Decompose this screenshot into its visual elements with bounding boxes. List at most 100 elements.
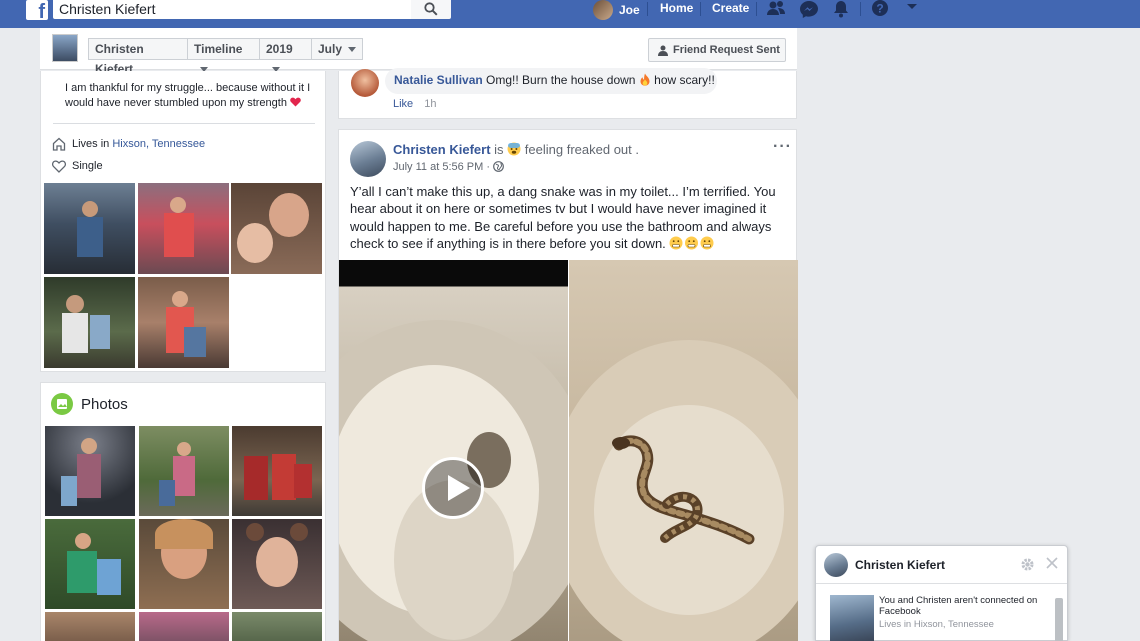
post-photo[interactable] xyxy=(569,260,798,641)
post-text: Y’all I can’t make this up, a dang snake… xyxy=(350,183,790,253)
chat-profile-thumbnail[interactable] xyxy=(830,595,874,641)
featured-photo[interactable] xyxy=(138,277,229,368)
comment-text: Omg!! Burn the house down xyxy=(486,73,636,87)
previous-post-comment: Natalie Sullivan Omg!! Burn the house do… xyxy=(338,68,797,119)
photo-thumbnail[interactable] xyxy=(45,612,135,641)
create-link[interactable]: Create xyxy=(712,0,749,18)
photo-thumbnail[interactable] xyxy=(232,426,322,516)
comment-text-end: how scary!! xyxy=(654,73,715,87)
heart-emoji-icon xyxy=(290,97,301,107)
lives-in-prefix: Lives in xyxy=(72,138,110,150)
intro-quote: I am thankful for my struggle... because… xyxy=(65,81,315,111)
grimace-emoji-icon xyxy=(669,236,714,250)
toilet-bowl-image xyxy=(339,320,568,641)
comment-time[interactable]: 1h xyxy=(424,98,436,110)
comment-bubble: Natalie Sullivan Omg!! Burn the house do… xyxy=(385,68,717,94)
friend-request-sent-button[interactable]: Friend Request Sent xyxy=(648,38,786,62)
chat-connection-notice: You and Christen aren't connected on Fac… xyxy=(879,595,1038,617)
chat-scrollbar[interactable] xyxy=(1055,598,1063,641)
search-input[interactable]: Christen Kiefert xyxy=(53,0,411,19)
hometown-link[interactable]: Hixson, Tennessee xyxy=(112,138,205,150)
lives-in-row: Lives in Hixson, Tennessee xyxy=(52,135,205,153)
relationship-row: Single xyxy=(52,157,103,175)
close-icon[interactable] xyxy=(1046,557,1058,569)
timeline-post: Christen Kiefert is feeling freaked out … xyxy=(338,129,798,641)
heart-icon xyxy=(52,159,66,173)
crumb-month[interactable]: July xyxy=(311,38,363,60)
caret-down-icon[interactable] xyxy=(902,0,922,18)
chat-location: Lives in Hixson, Tennessee xyxy=(879,619,994,630)
chat-window: Christen Kiefert You and Christen aren't… xyxy=(815,545,1068,641)
avatar[interactable] xyxy=(351,69,379,97)
nav-divider xyxy=(647,2,648,16)
nav-divider xyxy=(700,2,701,16)
crumb-timeline[interactable]: Timeline xyxy=(187,38,260,73)
post-video[interactable] xyxy=(339,260,568,641)
photo-thumbnail[interactable] xyxy=(139,426,229,516)
intro-card: I am thankful for my struggle... because… xyxy=(40,71,326,372)
photo-thumbnail[interactable] xyxy=(139,612,229,641)
relationship-status: Single xyxy=(72,160,103,172)
home-link[interactable]: Home xyxy=(660,0,693,18)
avatar[interactable] xyxy=(350,141,386,177)
post-feeling: feeling freaked out . xyxy=(524,142,639,157)
comment-author[interactable]: Natalie Sullivan xyxy=(394,73,483,87)
nav-divider xyxy=(860,2,861,16)
timeline-subheader: Christen Kiefert Timeline 2019 July Frie… xyxy=(40,28,797,76)
photo-thumbnail[interactable] xyxy=(45,426,135,516)
crumb-label: July xyxy=(318,42,343,56)
avatar xyxy=(824,553,848,577)
fearful-emoji-icon xyxy=(507,142,521,156)
comment-meta: Like 1h xyxy=(393,98,437,110)
photo-thumbnail[interactable] xyxy=(139,519,229,609)
featured-photo[interactable] xyxy=(44,183,135,274)
photos-icon xyxy=(51,393,73,415)
fire-emoji-icon xyxy=(640,73,650,86)
caret-down-icon xyxy=(348,47,357,53)
avatar xyxy=(593,0,613,20)
friends-icon[interactable] xyxy=(766,0,786,18)
search-button[interactable] xyxy=(411,0,451,19)
featured-photo[interactable] xyxy=(44,277,135,368)
top-navigation-bar: f Christen Kiefert Joe Home Create ? xyxy=(0,0,1140,28)
post-header: Christen Kiefert is feeling freaked out … xyxy=(393,142,639,157)
facebook-logo[interactable]: f xyxy=(26,0,48,20)
photos-card: Photos xyxy=(40,382,326,641)
crumb-label: 2019 xyxy=(266,42,293,56)
post-meta: July 11 at 5:56 PM · xyxy=(393,161,504,173)
crumb-label: Timeline xyxy=(194,42,243,56)
photos-title[interactable]: Photos xyxy=(81,396,128,413)
chat-contact-name[interactable]: Christen Kiefert xyxy=(855,558,945,572)
featured-photo[interactable] xyxy=(231,183,322,274)
bell-icon[interactable] xyxy=(831,0,851,18)
nav-user-name: Joe xyxy=(619,3,640,17)
chat-header[interactable]: Christen Kiefert xyxy=(816,546,1067,584)
crumb-profile-name[interactable]: Christen Kiefert xyxy=(88,38,188,76)
avatar[interactable] xyxy=(52,34,78,62)
post-author[interactable]: Christen Kiefert xyxy=(393,142,491,157)
post-options-button[interactable]: ··· xyxy=(773,138,792,156)
help-icon[interactable]: ? xyxy=(870,0,890,18)
photo-thumbnail[interactable] xyxy=(232,612,322,641)
divider xyxy=(53,123,315,124)
svg-text:?: ? xyxy=(876,2,883,16)
nav-divider xyxy=(756,2,757,16)
post-verb: is xyxy=(494,142,504,157)
photo-thumbnail[interactable] xyxy=(45,519,135,609)
gear-icon[interactable] xyxy=(1020,557,1035,572)
globe-icon xyxy=(493,161,504,172)
play-button[interactable] xyxy=(422,457,484,519)
add-friend-icon xyxy=(658,45,668,56)
comment-like-link[interactable]: Like xyxy=(393,98,413,110)
featured-photo[interactable] xyxy=(138,183,229,274)
photo-thumbnail[interactable] xyxy=(232,519,322,609)
nav-profile-link[interactable]: Joe xyxy=(593,0,640,20)
house-icon xyxy=(52,137,66,151)
snake-in-toilet-image xyxy=(569,340,798,641)
intro-quote-text: I am thankful for my struggle... because… xyxy=(65,82,311,109)
crumb-year[interactable]: 2019 xyxy=(259,38,312,73)
friend-button-label: Friend Request Sent xyxy=(673,44,780,56)
search-icon xyxy=(424,2,438,16)
post-date[interactable]: July 11 at 5:56 PM · xyxy=(393,161,490,173)
messenger-icon[interactable] xyxy=(799,0,819,18)
